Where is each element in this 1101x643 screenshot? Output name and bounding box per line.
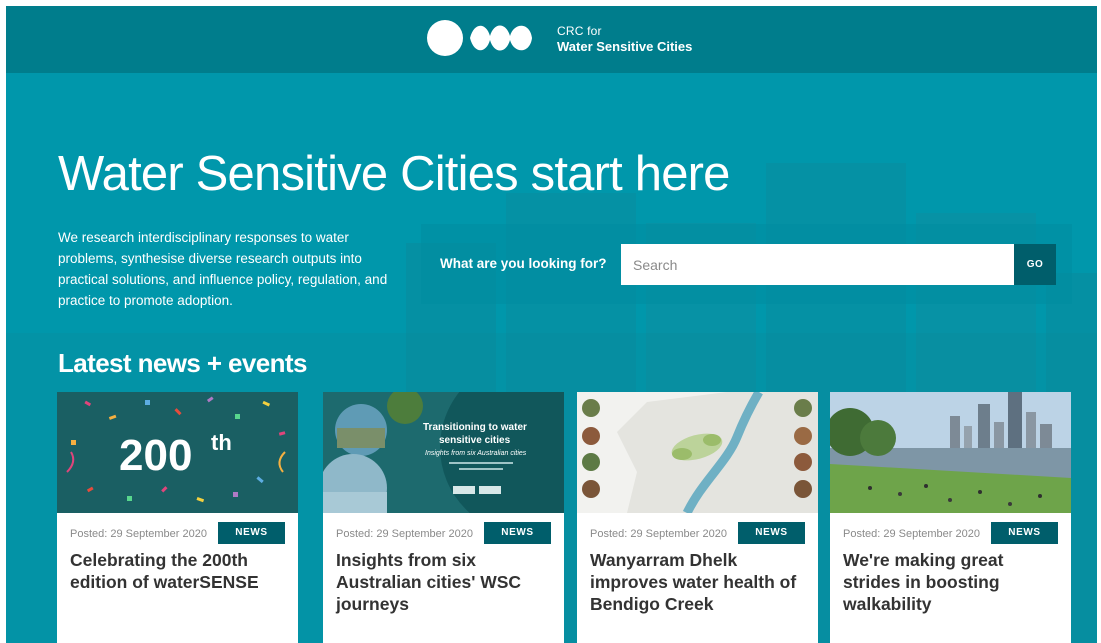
card-news-badge: NEWS [991, 522, 1058, 544]
card-posted-date: Posted: 29 September 2020 [70, 528, 207, 540]
hero-title: Water Sensitive Cities start here [58, 147, 730, 201]
news-card-six-cities[interactable]: Transitioning to water sensitive cities … [323, 392, 564, 643]
news-section-title: Latest news + events [58, 348, 307, 378]
creek-site-map-graphic [577, 392, 818, 513]
card-image-200th-celebration: 200 th [57, 392, 298, 513]
page-frame: CRC for Water Sensitive Cities Water Sen… [6, 6, 1097, 643]
card-image-riverside-park [830, 392, 1071, 513]
news-card-walkability[interactable]: Posted: 29 September 2020 NEWS We're mak… [830, 392, 1071, 643]
logo-text-line1: CRC for [557, 24, 602, 38]
logo-text-line2: Water Sensitive Cities [557, 39, 693, 54]
cover-title-line2: sensitive cities [439, 435, 511, 446]
card-title: Wanyarram Dhelk improves water health of… [590, 550, 797, 614]
card-news-badge: NEWS [484, 522, 551, 544]
news-card-wanyarram-dhelk[interactable]: Posted: 29 September 2020 NEWS Wanyarram… [577, 392, 818, 643]
riverside-park-photo-graphic [830, 392, 1071, 513]
card-title: Celebrating the 200th edition of waterSE… [70, 550, 259, 592]
cover-title-line1: Transitioning to water [423, 422, 527, 433]
search-label: What are you looking for? [440, 256, 607, 271]
news-card-watersense-200[interactable]: 200 th Posted: 29 September 2020 NEWS Ce… [57, 392, 298, 643]
card-posted-date: Posted: 29 September 2020 [843, 528, 980, 540]
crc-logo-mark-icon [427, 20, 532, 56]
card-image-report-cover: Transitioning to water sensitive cities … [323, 392, 564, 513]
image-200-number: 200 [119, 431, 192, 480]
report-cover-graphic: Transitioning to water sensitive cities … [323, 392, 564, 513]
image-200-suffix: th [211, 430, 232, 455]
search-go-button[interactable]: GO [1014, 244, 1056, 285]
search-input[interactable] [621, 244, 1014, 285]
search-panel: What are you looking for? GO [421, 224, 1072, 304]
card-news-badge: NEWS [738, 522, 805, 544]
cover-subtitle: Insights from six Australian cities [425, 450, 527, 457]
confetti-200th-graphic: 200 th [57, 392, 298, 513]
hero-description: We research interdisciplinary responses … [58, 230, 388, 308]
card-news-badge: NEWS [218, 522, 285, 544]
card-title: Insights from six Australian cities' WSC… [336, 550, 522, 614]
site-header: CRC for Water Sensitive Cities [6, 6, 1097, 73]
card-posted-date: Posted: 29 September 2020 [590, 528, 727, 540]
card-title: We're making great strides in boosting w… [843, 550, 1004, 614]
card-posted-date: Posted: 29 September 2020 [336, 528, 473, 540]
card-image-creek-map [577, 392, 818, 513]
